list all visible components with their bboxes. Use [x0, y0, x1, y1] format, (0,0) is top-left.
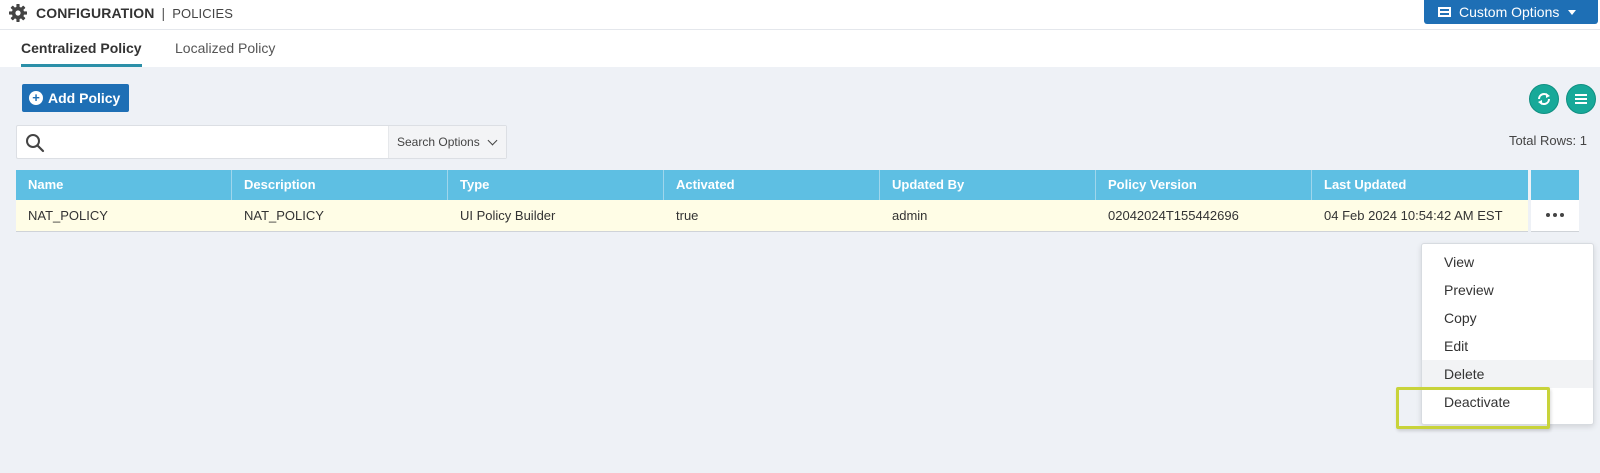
- column-header-policy-version[interactable]: Policy Version: [1096, 170, 1312, 200]
- refresh-icon: [1538, 93, 1550, 105]
- table-grid-icon: [1438, 7, 1451, 17]
- menu-item-preview[interactable]: Preview: [1422, 276, 1593, 304]
- menu-item-copy[interactable]: Copy: [1422, 304, 1593, 332]
- custom-options-label: Custom Options: [1459, 4, 1560, 20]
- column-header-type[interactable]: Type: [448, 170, 664, 200]
- column-header-description[interactable]: Description: [232, 170, 448, 200]
- top-bar: CONFIGURATION | POLICIES Custom Options: [0, 0, 1600, 30]
- page-subtitle: POLICIES: [172, 6, 234, 21]
- column-header-last-updated[interactable]: Last Updated: [1312, 170, 1528, 200]
- menu-item-view[interactable]: View: [1422, 248, 1593, 276]
- page-title-separator: |: [161, 5, 166, 21]
- search-bar: Search Options: [16, 125, 507, 159]
- column-header-activated[interactable]: Activated: [664, 170, 880, 200]
- list-icon: [1575, 94, 1587, 104]
- search-options-dropdown[interactable]: Search Options: [388, 126, 506, 158]
- list-view-button[interactable]: [1566, 84, 1596, 114]
- cell-activated: true: [676, 208, 699, 223]
- cell-last-updated: 04 Feb 2024 10:54:42 AM EST: [1324, 208, 1503, 223]
- cell-updated-by: admin: [892, 208, 928, 223]
- column-header-name[interactable]: Name: [16, 170, 232, 200]
- chevron-down-icon: [487, 135, 498, 145]
- cell-name: NAT_POLICY: [28, 208, 108, 223]
- add-policy-button[interactable]: + Add Policy: [22, 84, 129, 112]
- more-options-icon[interactable]: [1546, 213, 1564, 217]
- menu-item-delete[interactable]: Delete: [1422, 360, 1593, 388]
- refresh-button[interactable]: [1529, 84, 1559, 114]
- cell-type: UI Policy Builder: [460, 208, 556, 223]
- column-header-updated-by[interactable]: Updated By: [880, 170, 1096, 200]
- cell-description: NAT_POLICY: [244, 208, 324, 223]
- custom-options-button[interactable]: Custom Options: [1424, 0, 1598, 24]
- row-context-menu: View Preview Copy Edit Delete Deactivate: [1421, 243, 1594, 425]
- add-policy-label: Add Policy: [48, 90, 121, 106]
- cell-policy-version: 02042024T155442696: [1108, 208, 1239, 223]
- row-actions-cell: [1531, 200, 1579, 232]
- tab-bar: Centralized Policy Localized Policy: [0, 30, 1600, 67]
- search-options-label: Search Options: [397, 135, 480, 149]
- table-header: Name Description Type Activated Updated …: [16, 170, 1528, 200]
- total-rows-count: Total Rows: 1: [1508, 133, 1587, 148]
- tab-localized-policy[interactable]: Localized Policy: [175, 40, 275, 64]
- search-input[interactable]: [55, 130, 395, 154]
- table-header-actions: [1531, 170, 1579, 200]
- gear-icon: [9, 4, 27, 22]
- tab-centralized-policy[interactable]: Centralized Policy: [21, 40, 142, 67]
- plus-circle-icon: +: [29, 91, 43, 105]
- search-icon: [26, 134, 45, 153]
- page-title-main: CONFIGURATION: [36, 5, 155, 21]
- menu-item-edit[interactable]: Edit: [1422, 332, 1593, 360]
- menu-item-deactivate[interactable]: Deactivate: [1422, 388, 1593, 416]
- caret-down-icon: [1568, 9, 1577, 15]
- table-row[interactable]: NAT_POLICY NAT_POLICY UI Policy Builder …: [16, 200, 1528, 232]
- page-title: CONFIGURATION | POLICIES: [36, 5, 233, 21]
